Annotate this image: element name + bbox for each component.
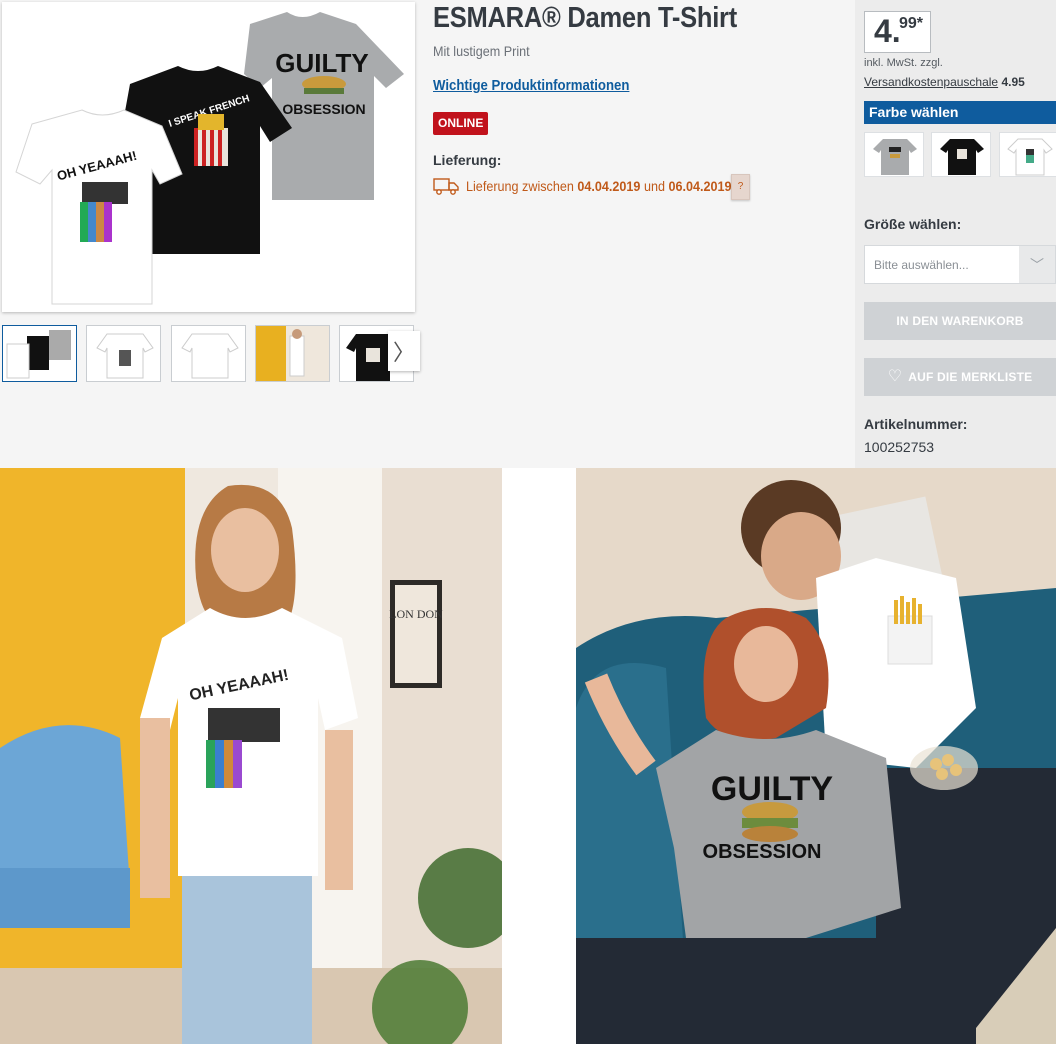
thumbnail-strip: 〉 — [2, 325, 422, 383]
product-title: ESMARA® Damen T-Shirt — [433, 2, 737, 34]
price-integer: 4. — [874, 13, 901, 49]
product-info-link[interactable]: Wichtige Produktinformationen — [433, 77, 629, 94]
color-swatch-grey[interactable] — [864, 132, 924, 177]
price-decimal: 99* — [899, 15, 924, 32]
purchase-panel — [855, 0, 1056, 468]
size-label: Größe wählen: — [864, 216, 962, 232]
thumbnail-3[interactable] — [171, 325, 246, 382]
shipping-link[interactable]: Versandkostenpauschale — [864, 75, 998, 89]
delivery-window: Lieferung zwischen 04.04.2019 und 06.04.… — [466, 178, 735, 194]
delivery-to-date: 06.04.2019. — [668, 178, 736, 194]
thumbnail-next-button[interactable]: 〉 — [388, 331, 420, 371]
guilty-print: GUILTY — [275, 48, 368, 78]
price-box: 4. 99* — [864, 11, 931, 53]
delivery-help-button[interactable]: ? — [731, 174, 750, 200]
online-badge: ONLINE — [433, 112, 489, 135]
truck-icon — [433, 176, 459, 196]
delivery-from-date: 04.04.2019 — [577, 178, 641, 194]
product-subtitle: Mit lustigem Print — [433, 43, 530, 59]
article-number-label: Artikelnummer: — [864, 416, 968, 432]
lifestyle-photo-couple: GUILTY OBSESSION — [576, 468, 1056, 1044]
shipping-value: 4.95 — [1001, 75, 1025, 89]
delivery-and: und — [643, 178, 665, 194]
thumbnail-4[interactable] — [255, 325, 330, 382]
shipping-info: Versandkostenpauschale 4.95 — [864, 75, 1025, 89]
wishlist-label: AUF DIE MERKLISTE — [908, 370, 1033, 384]
color-header: Farbe wählen — [864, 101, 1056, 124]
color-swatch-black[interactable] — [931, 132, 991, 177]
heart-icon: ♡ — [887, 367, 903, 385]
add-to-wishlist-button[interactable]: ♡ AUF DIE MERKLISTE — [864, 358, 1056, 396]
size-select[interactable]: Bitte auswählen... ﹀ — [864, 245, 1056, 284]
add-to-cart-button[interactable]: IN DEN WARENKORB — [864, 302, 1056, 340]
color-swatch-white[interactable] — [999, 132, 1056, 177]
london-poster-text: LON DON — [389, 607, 443, 621]
article-number: 100252753 — [864, 439, 935, 455]
vat-note: inkl. MwSt. zzgl. — [864, 57, 943, 69]
main-product-image[interactable]: GUILTY OBSESSION I SPEAK FRENCH OH YEAAA… — [2, 2, 415, 312]
obsession-print: OBSESSION — [282, 101, 365, 117]
delivery-prefix: Lieferung zwischen — [466, 178, 574, 194]
thumbnail-1[interactable] — [2, 325, 77, 382]
delivery-label: Lieferung: — [433, 152, 502, 168]
right-shirt-print-bottom: OBSESSION — [703, 841, 822, 863]
thumbnail-2[interactable] — [86, 325, 161, 382]
lifestyle-photo-woman: LON DON OH YEAAAH! — [0, 468, 502, 1044]
chevron-down-icon[interactable]: ﹀ — [1019, 246, 1055, 283]
size-placeholder: Bitte auswählen... — [874, 258, 969, 272]
